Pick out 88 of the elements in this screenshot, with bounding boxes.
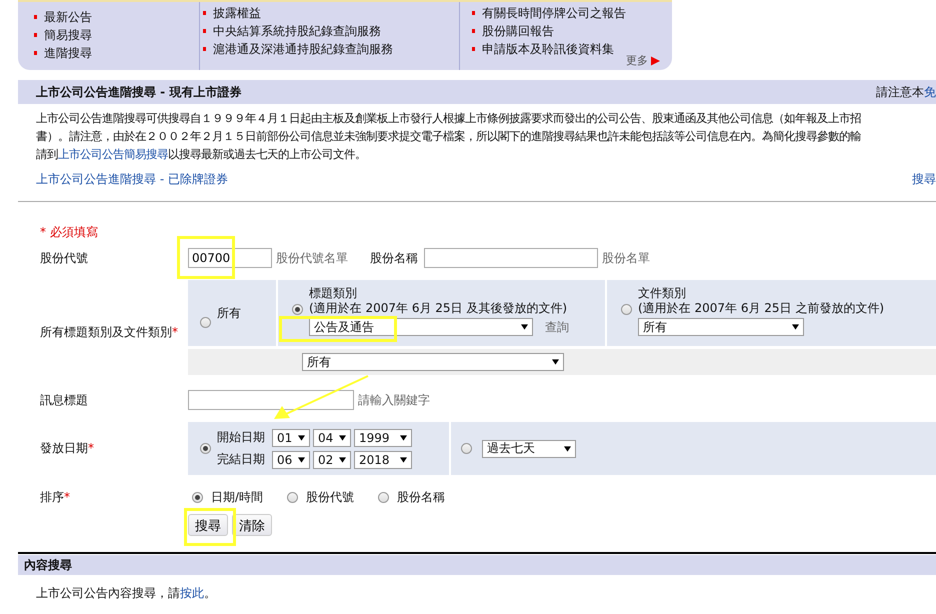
play-icon xyxy=(651,56,660,66)
intro-text: 請到上市公司公告簡易搜尋以搜尋最新或過去七天的上市公司文件。 xyxy=(36,147,366,163)
clear-button[interactable]: 清除 xyxy=(232,514,272,536)
click-here-link[interactable]: 按此 xyxy=(180,586,204,600)
bullet-icon xyxy=(472,11,475,15)
field-label: 排序* xyxy=(40,489,71,506)
date-label: 開始日期 xyxy=(217,429,265,446)
option-label: 日期/時間 xyxy=(211,489,264,506)
option-label: 股份名稱 xyxy=(397,489,446,506)
bullet-icon xyxy=(34,15,37,19)
date-select[interactable]: 1999 xyxy=(354,428,412,446)
radio-button[interactable] xyxy=(200,316,211,328)
option-note: (適用於在 2007年 6月 25日 及其後發放的文件) xyxy=(309,301,568,316)
nav-link[interactable]: 申請版本及聆訊後資料集 xyxy=(482,40,614,58)
nav-link[interactable]: 披露權益 xyxy=(213,4,261,22)
caret-icon xyxy=(564,446,571,452)
highlight-box xyxy=(184,508,236,546)
date-label: 完結日期 xyxy=(217,451,265,468)
notice-text: 請注意本 xyxy=(876,84,924,100)
disclaimer-link[interactable]: 免 xyxy=(924,84,936,100)
field-label: 股份代號 xyxy=(40,250,89,266)
caret-icon xyxy=(552,359,559,365)
field-label: 訊息標題 xyxy=(40,392,89,408)
radio-button[interactable] xyxy=(192,492,203,503)
intro-text: 上市公司公告進階搜尋可供搜尋自１９９９年４月１日起由主板及創業板上市發行人根據上市條例披露要求而發出的公司公告、股東通函及其他公司信息（如年報及上市招 xyxy=(36,111,861,127)
search-link[interactable]: 搜尋 xyxy=(912,171,936,188)
content-search-text: 上市公司公告內容搜尋，請按此。 xyxy=(36,585,217,602)
bullet-icon xyxy=(472,29,475,33)
bullet-icon xyxy=(34,51,37,55)
category-select[interactable]: 公告及通告 xyxy=(309,318,533,336)
bullet-icon xyxy=(203,29,206,33)
sub-category-select[interactable]: 所有 xyxy=(302,353,564,371)
date-select[interactable]: 06 xyxy=(272,450,310,468)
date-select[interactable]: 02 xyxy=(313,450,351,468)
caret-icon xyxy=(339,434,346,440)
bullet-icon xyxy=(203,11,206,15)
radio-button[interactable] xyxy=(292,304,303,315)
option-label: 股份代號 xyxy=(306,489,354,506)
date-select[interactable]: 04 xyxy=(313,428,351,446)
nav-link[interactable]: 簡易搜尋 xyxy=(44,26,92,44)
stock-name-field[interactable] xyxy=(424,248,598,268)
category-select[interactable]: 所有 xyxy=(638,318,804,336)
radio-button[interactable] xyxy=(621,304,632,315)
bullet-icon xyxy=(34,33,37,37)
caret-icon xyxy=(298,456,305,462)
stock-code-field[interactable]: 00700 xyxy=(188,248,272,268)
query-link[interactable]: 查詢 xyxy=(545,320,569,334)
more-link[interactable]: 更多 xyxy=(626,53,648,68)
radio-button[interactable] xyxy=(378,492,390,503)
nav-link[interactable]: 中央結算系統持股紀錄查詢服務 xyxy=(213,22,381,40)
nav-link[interactable]: 股份購回報告 xyxy=(482,22,554,40)
highlight-box xyxy=(177,236,235,279)
simple-search-link[interactable]: 上市公司公告簡易搜尋 xyxy=(58,148,168,161)
stock-name-list-link[interactable]: 股份名單 xyxy=(602,250,650,266)
option-note: (適用於在 2007年 6月 25日 之前發放的文件) xyxy=(638,301,884,316)
field-label: 發放日期* xyxy=(40,440,95,457)
option-label: 標題類別 xyxy=(309,286,358,301)
intro-text: 書）。請注意，由於在２００２年２月１５日前部份公司信息並未強制要求提交電子檔案，所以閣下的進階搜尋結果也許未能包括該等公司信息在內。為簡化搜尋參數的輸 xyxy=(36,129,861,145)
field-hint: 請輸入關鍵字 xyxy=(358,392,430,408)
radio-button[interactable] xyxy=(461,443,472,454)
title-field[interactable] xyxy=(188,390,354,410)
caret-icon xyxy=(298,434,305,440)
radio-button[interactable] xyxy=(200,443,211,454)
nav-link[interactable]: 最新公告 xyxy=(44,8,92,26)
caret-icon xyxy=(400,456,407,462)
nav-link[interactable]: 進階搜尋 xyxy=(44,44,92,62)
date-select[interactable]: 01 xyxy=(272,428,310,446)
bullet-icon xyxy=(203,47,206,51)
date-select[interactable]: 2018 xyxy=(354,450,412,468)
caret-icon xyxy=(339,456,346,462)
required-note: * 必須填寫 xyxy=(40,224,99,241)
radio-button[interactable] xyxy=(287,492,298,503)
caret-icon xyxy=(521,324,528,330)
delisted-search-link[interactable]: 上市公司公告進階搜尋 - 已除牌證券 xyxy=(36,171,228,188)
field-label: 所有標題類別及文件類別* xyxy=(40,324,179,341)
period-select[interactable]: 過去七天 xyxy=(482,440,576,458)
section-title: 上市公司公告進階搜尋 - 現有上市證券 xyxy=(36,84,242,100)
option-label: 文件類別 xyxy=(638,286,687,301)
field-label: 股份名稱 xyxy=(370,250,418,266)
stock-code-list-link[interactable]: 股份代號名單 xyxy=(276,250,348,266)
caret-icon xyxy=(400,434,407,440)
nav-link[interactable]: 滬港通及深港通持股紀錄查詢服務 xyxy=(213,40,393,58)
option-label: 所有 xyxy=(217,304,241,322)
search-button[interactable]: 搜尋 xyxy=(188,514,228,536)
section-title: 內容搜尋 xyxy=(24,556,72,574)
caret-icon xyxy=(792,324,799,330)
bullet-icon xyxy=(472,47,475,51)
nav-link[interactable]: 有關長時間停牌公司之報告 xyxy=(482,4,626,22)
